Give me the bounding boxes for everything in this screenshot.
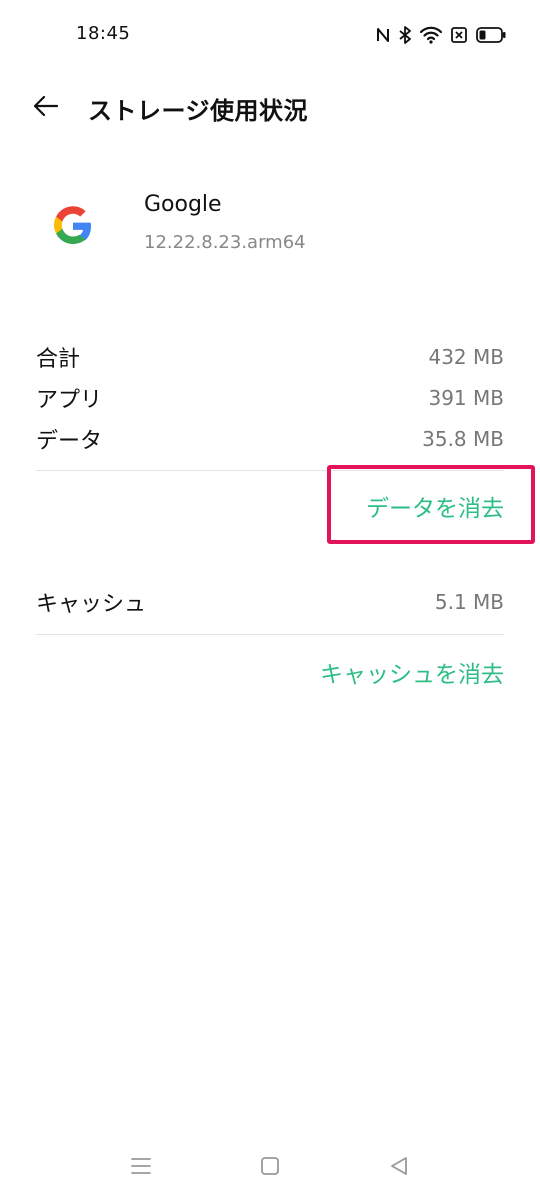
status-icons xyxy=(376,22,506,48)
row-value: 35.8 MB xyxy=(422,426,504,451)
storage-row-total: 合計 432 MB xyxy=(36,336,504,377)
app-header: ストレージ使用状況 xyxy=(0,78,540,138)
row-value: 5.1 MB xyxy=(434,590,504,614)
home-icon xyxy=(260,1156,280,1180)
no-sim-icon xyxy=(451,27,467,43)
row-label: 合計 xyxy=(36,346,81,372)
row-label: アプリ xyxy=(36,387,103,413)
wifi-icon xyxy=(420,26,442,44)
divider xyxy=(36,470,504,471)
nav-back-button[interactable] xyxy=(379,1150,419,1186)
menu-icon xyxy=(130,1157,152,1179)
home-button[interactable] xyxy=(250,1150,290,1186)
nfc-icon xyxy=(376,27,390,43)
arrow-left-icon xyxy=(33,95,59,121)
app-version: 12.22.8.23.arm64 xyxy=(144,232,306,253)
google-logo-icon xyxy=(38,196,108,256)
clear-cache-button[interactable]: キャッシュを消去 xyxy=(320,655,504,689)
row-value: 432 MB xyxy=(428,344,504,369)
navigation-bar xyxy=(0,1140,540,1196)
divider xyxy=(36,634,504,635)
storage-row-data: データ 35.8 MB xyxy=(36,418,504,459)
storage-row-app: アプリ 391 MB xyxy=(36,377,504,418)
status-time: 18:45 xyxy=(76,23,131,44)
recent-apps-button[interactable] xyxy=(121,1150,161,1186)
row-label: キャッシュ xyxy=(36,592,147,617)
back-icon xyxy=(389,1156,409,1180)
row-value: 391 MB xyxy=(428,385,504,410)
row-label: データ xyxy=(36,428,103,454)
status-bar: 18:45 xyxy=(0,0,540,70)
battery-icon xyxy=(476,27,506,43)
storage-row-cache: キャッシュ 5.1 MB xyxy=(36,581,504,623)
bluetooth-icon xyxy=(399,26,411,44)
app-name: Google xyxy=(144,192,222,217)
storage-usage-screen: 18:45 ストレージ使用状況 Google 12.22.8.23.arm64 … xyxy=(0,0,540,1200)
storage-summary: 合計 432 MB アプリ 391 MB データ 35.8 MB xyxy=(36,336,504,459)
app-info: Google 12.22.8.23.arm64 xyxy=(0,180,540,280)
clear-data-button[interactable]: データを消去 xyxy=(366,489,504,523)
back-button[interactable] xyxy=(24,86,68,130)
page-title: ストレージ使用状況 xyxy=(88,97,309,125)
